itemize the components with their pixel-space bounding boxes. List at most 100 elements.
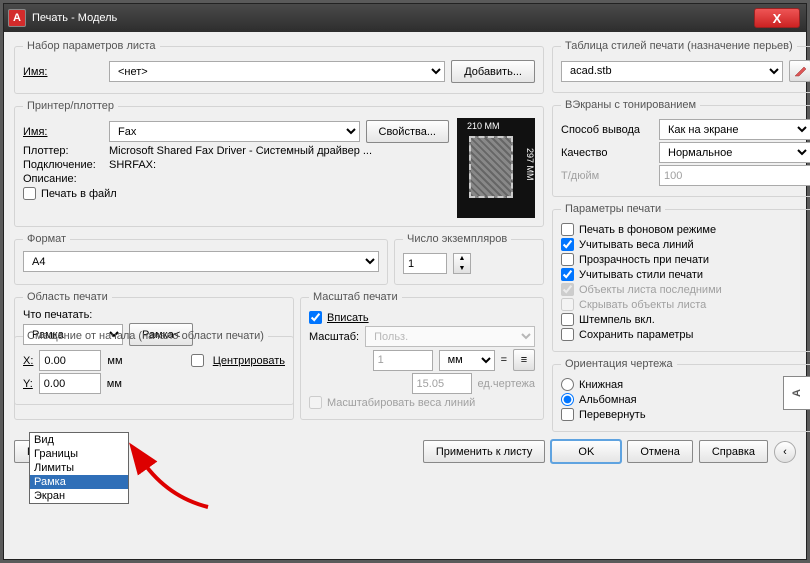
option-check-2[interactable] (561, 253, 574, 266)
landscape-label: Альбомная (579, 394, 637, 406)
option-check-1[interactable] (561, 238, 574, 251)
option-check-4 (561, 283, 574, 296)
printer-name-select[interactable]: Fax (109, 121, 360, 142)
offset-y-label: Y: (23, 378, 33, 390)
orient-group: Ориентация чертежа Книжная Альбомная Пер… (552, 358, 810, 432)
paper-select[interactable]: A4 (23, 251, 379, 272)
conn-label: Подключение: (23, 159, 103, 171)
ok-button[interactable]: OK (551, 440, 621, 463)
expand-button[interactable]: ‹ (774, 441, 796, 463)
copies-group: Число экземпляров ▲▼ (394, 233, 544, 285)
help-button[interactable]: Справка (699, 440, 768, 463)
scale-select[interactable]: Польз. (365, 326, 535, 347)
pageset-name-label: Имя: (23, 66, 103, 78)
center-check[interactable] (191, 354, 204, 367)
option-label-4: Объекты листа последними (579, 284, 722, 296)
dropdown-option[interactable]: Рамка (30, 475, 128, 489)
plot-area-legend: Область печати (23, 291, 112, 303)
option-label-2: Прозрачность при печати (579, 254, 709, 266)
plotstyle-select[interactable]: acad.stb (561, 61, 783, 82)
upside-check[interactable] (561, 408, 574, 421)
option-label-0: Печать в фоновом режиме (579, 224, 716, 236)
close-button[interactable]: X (754, 8, 800, 28)
pageset-legend: Набор параметров листа (23, 40, 160, 52)
output-label: Способ вывода (561, 124, 653, 136)
option-check-0[interactable] (561, 223, 574, 236)
app-icon: A (8, 9, 26, 27)
add-button[interactable]: Добавить... (451, 60, 535, 83)
scale-num2[interactable] (412, 373, 472, 394)
option-check-6[interactable] (561, 313, 574, 326)
option-check-5 (561, 298, 574, 311)
dropdown-option[interactable]: Границы (30, 447, 128, 461)
paper-legend: Формат (23, 233, 70, 245)
conn-value: SHRFAX: (109, 159, 156, 171)
desc-label: Описание: (23, 173, 103, 185)
offset-y-unit: мм (107, 378, 122, 390)
fit-check[interactable] (309, 311, 322, 324)
copies-spinner[interactable]: ▲▼ (453, 253, 471, 274)
preview-area (469, 136, 513, 198)
printer-legend: Принтер/плоттер (23, 100, 118, 112)
dpi-label: Т/дюйм (561, 170, 653, 182)
option-check-3[interactable] (561, 268, 574, 281)
preview-height: 297 MM (525, 148, 535, 181)
pageset-group: Набор параметров листа Имя: <нет> Добави… (14, 40, 544, 94)
plotter-label: Плоттер: (23, 145, 103, 157)
orient-legend: Ориентация чертежа (561, 358, 677, 370)
preview-width: 210 MM (467, 121, 500, 131)
scale-label: Масштаб: (309, 331, 359, 343)
landscape-radio[interactable] (561, 393, 574, 406)
fit-label: Вписать (327, 312, 369, 324)
offset-x-input[interactable] (39, 350, 101, 371)
annotation-arrow (138, 452, 218, 515)
printer-props-button[interactable]: Свойства... (366, 120, 449, 143)
paper-preview: 210 MM 297 MM (457, 118, 535, 218)
plotstyle-edit-button[interactable] (789, 60, 810, 82)
scale-num1[interactable] (373, 350, 433, 371)
copies-input[interactable] (403, 253, 447, 274)
scale-legend: Масштаб печати (309, 291, 402, 303)
portrait-radio[interactable] (561, 378, 574, 391)
apply-button[interactable]: Применить к листу (423, 440, 546, 463)
dropdown-option[interactable]: Лимиты (30, 461, 128, 475)
pageset-name-select[interactable]: <нет> (109, 61, 445, 82)
dropdown-option[interactable]: Экран (30, 489, 128, 503)
offset-x-unit: мм (107, 355, 122, 367)
quality-label: Качество (561, 147, 653, 159)
dropdown-option[interactable]: Вид (30, 433, 128, 447)
button-bar: Просмотр... Применить к листу OK Отмена … (14, 440, 796, 463)
center-label: Центрировать (213, 355, 285, 367)
scale-unit-select[interactable]: мм (439, 350, 495, 371)
scale-lw-check (309, 396, 322, 409)
option-label-1: Учитывать веса линий (579, 239, 694, 251)
cancel-button[interactable]: Отмена (627, 440, 692, 463)
plot-to-file-check[interactable] (23, 187, 36, 200)
upside-label: Перевернуть (579, 409, 646, 421)
scale-unit2: ед.чертежа (478, 378, 535, 390)
copies-legend: Число экземпляров (403, 233, 511, 245)
shaded-group: ВЭкраны с тонированием Способ вывода Как… (552, 99, 810, 197)
option-label-3: Учитывать стили печати (579, 269, 703, 281)
offset-y-input[interactable] (39, 373, 101, 394)
offset-legend: Смещение от начала (начало области печат… (23, 330, 268, 342)
titlebar[interactable]: A Печать - Модель X (4, 4, 806, 32)
plot-to-file-label: Печать в файл (41, 188, 117, 200)
dpi-input (659, 165, 810, 186)
portrait-label: Книжная (579, 379, 623, 391)
option-label-6: Штемпель вкл. (579, 314, 655, 326)
print-dialog: A Печать - Модель X Набор параметров лис… (3, 3, 807, 560)
output-select[interactable]: Как на экране (659, 119, 810, 140)
scale-lw-label: Масштабировать веса линий (327, 397, 475, 409)
shaded-legend: ВЭкраны с тонированием (561, 99, 700, 111)
chevron-left-icon: ‹ (783, 446, 787, 458)
what-print-dropdown[interactable]: ВидГраницыЛимитыРамкаЭкран (29, 432, 129, 504)
quality-select[interactable]: Нормальное (659, 142, 810, 163)
offset-group: Смещение от начала (начало области печат… (14, 330, 294, 405)
paper-group: Формат A4 (14, 233, 388, 285)
option-label-5: Скрывать объекты листа (579, 299, 706, 311)
scale-menu-icon[interactable]: ≡ (513, 349, 535, 371)
what-print-label: Что печатать: (23, 309, 285, 321)
option-check-7[interactable] (561, 328, 574, 341)
options-group: Параметры печати Печать в фоновом режиме… (552, 203, 810, 352)
